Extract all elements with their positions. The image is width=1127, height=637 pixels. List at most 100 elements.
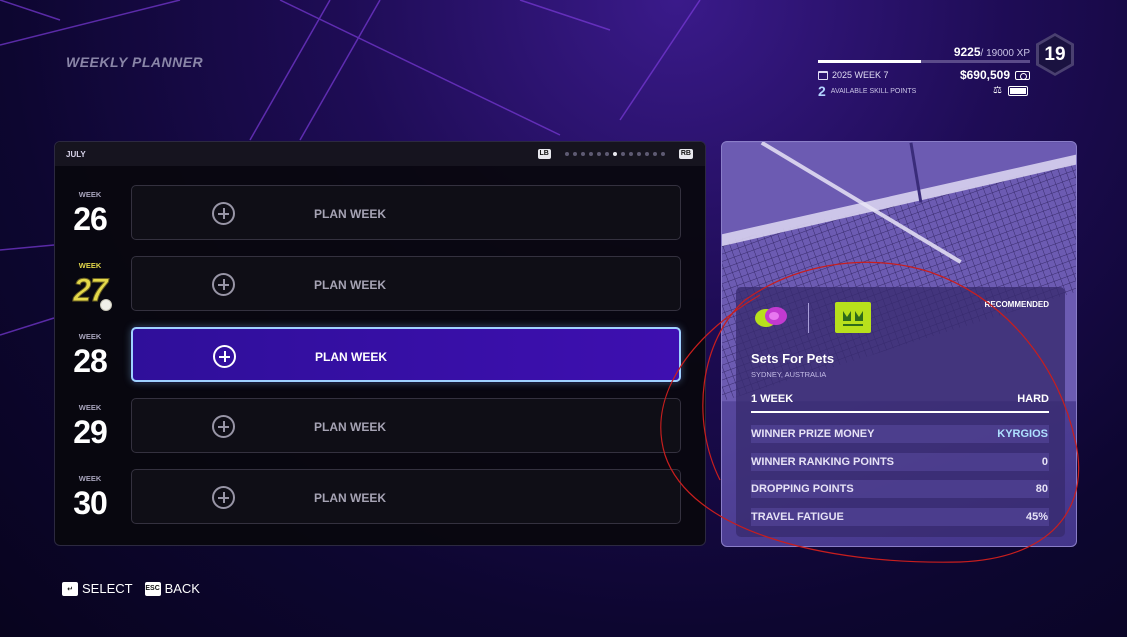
- plus-circle-icon: [212, 273, 235, 296]
- week-label: WEEK: [78, 332, 102, 341]
- plan-week-label: PLAN WEEK: [314, 491, 386, 505]
- page-dot: [652, 152, 657, 156]
- xp-current: 9225: [953, 45, 981, 59]
- page-dot: [604, 152, 609, 156]
- stat-row-prize-money: WINNER PRIZE MONEY KYRGIOS: [751, 425, 1049, 443]
- week-label: WEEK: [78, 261, 102, 270]
- prev-month-button[interactable]: LB: [537, 149, 551, 159]
- recommended-badge: RECOMMENDED: [984, 300, 1049, 309]
- select-label: SELECT: [82, 581, 133, 596]
- week-label: WEEK: [78, 403, 102, 412]
- event-info-panel: RECOMMENDED Sets For Pets SYDNEY, AUSTRA…: [736, 287, 1065, 537]
- player-hud: 9225/ 19000 XP 2025 WEEK 7 $690,509 2 AV…: [818, 40, 1030, 102]
- stat-row-dropping-points: DROPPING POINTS 80: [751, 480, 1049, 498]
- month-label: JULY: [66, 150, 86, 159]
- event-detail-card: RECOMMENDED Sets For Pets SYDNEY, AUSTRA…: [721, 141, 1077, 547]
- next-month-button[interactable]: RB: [678, 149, 693, 159]
- button-prompts: ↵ SELECT ESC BACK: [62, 581, 200, 596]
- xp-progress-bar: [818, 60, 1030, 63]
- money-value: $690,509: [959, 68, 1010, 82]
- skill-points-count: 2: [818, 83, 826, 99]
- plus-circle-icon: [212, 202, 235, 225]
- event-duration: 1 WEEK: [751, 393, 794, 405]
- plan-week-button[interactable]: PLAN WEEK: [131, 185, 681, 240]
- plan-week-button[interactable]: PLAN WEEK: [131, 398, 681, 453]
- stat-label: WINNER RANKING POINTS: [751, 456, 894, 468]
- plan-week-label: PLAN WEEK: [315, 350, 387, 364]
- season-label: 2025 WEEK 7: [832, 70, 889, 80]
- week-row: WEEK 29 PLAN WEEK: [55, 398, 705, 454]
- page-dot: [580, 152, 585, 156]
- money-display: $690,509: [960, 68, 1030, 82]
- page-dot: [596, 152, 601, 156]
- court-surface: HARD: [1017, 393, 1049, 405]
- stat-row-travel-fatigue: TRAVEL FATIGUE 45%: [751, 508, 1049, 526]
- stat-row-ranking-points: WINNER RANKING POINTS 0: [751, 453, 1049, 471]
- xp-readout: 9225/ 19000 XP: [954, 45, 1030, 59]
- page-title: WEEKLY PLANNER: [66, 54, 204, 70]
- skill-points: 2 AVAILABLE SKILL POINTS: [818, 83, 916, 99]
- cash-icon: [1015, 70, 1030, 80]
- planner-header: JULY LB RB: [55, 142, 705, 166]
- stat-value: 0: [1041, 456, 1048, 468]
- skill-points-label: AVAILABLE SKILL POINTS: [830, 87, 917, 95]
- page-dot: [660, 152, 665, 156]
- plan-week-label: PLAN WEEK: [314, 207, 386, 221]
- stat-label: TRAVEL FATIGUE: [751, 511, 844, 523]
- status-icons: ⚖: [993, 85, 1028, 96]
- week-row: WEEK 28 PLAN WEEK: [55, 327, 705, 383]
- select-prompt[interactable]: ↵ SELECT: [62, 581, 133, 596]
- page-dot: [628, 152, 633, 156]
- logo-divider: [808, 303, 809, 333]
- stat-label: DROPPING POINTS: [751, 483, 854, 495]
- plan-week-label: PLAN WEEK: [314, 420, 386, 434]
- page-dot-active: [612, 152, 617, 156]
- balance-scale-icon: ⚖: [993, 85, 1002, 96]
- week-number: 26: [73, 201, 108, 237]
- page-dot: [572, 152, 577, 156]
- page-dot: [644, 152, 649, 156]
- player-level-badge: 19: [1036, 33, 1074, 76]
- tennis-ball-icon: [100, 299, 112, 311]
- weekly-planner-panel: JULY LB RB WEEK 26 PLAN WEEK WEEK 27 PLA…: [54, 141, 706, 546]
- calendar-icon: [818, 70, 828, 80]
- plan-week-button[interactable]: PLAN WEEK: [131, 469, 681, 524]
- stat-value: 45%: [1025, 511, 1048, 523]
- month-pager: LB RB: [537, 149, 693, 159]
- xp-progress-fill: [818, 60, 922, 63]
- page-dot: [588, 152, 593, 156]
- player-level: 19: [1039, 36, 1071, 73]
- plus-circle-icon: [212, 486, 235, 509]
- enter-key-icon: ↵: [62, 581, 78, 596]
- sponsor-logo-icon: [835, 302, 871, 333]
- week-row: WEEK 26 PLAN WEEK: [55, 185, 705, 241]
- week-number: 30: [73, 485, 108, 521]
- page-indicator: [564, 152, 665, 156]
- plan-week-button-selected[interactable]: PLAN WEEK: [131, 327, 681, 382]
- plus-circle-icon: [213, 345, 236, 368]
- week-label: WEEK: [78, 474, 102, 483]
- week-number: 29: [73, 414, 108, 450]
- page-dot: [636, 152, 641, 156]
- stat-value: 80: [1035, 483, 1048, 495]
- energy-battery-icon: [1008, 85, 1028, 96]
- event-meta-row: 1 WEEK HARD: [751, 393, 1049, 413]
- week-label: WEEK: [78, 190, 102, 199]
- week-number: 28: [73, 343, 108, 379]
- plan-week-label: PLAN WEEK: [314, 278, 386, 292]
- plan-week-button[interactable]: PLAN WEEK: [131, 256, 681, 311]
- esc-key-icon: ESC: [144, 581, 161, 596]
- back-prompt[interactable]: ESC BACK: [144, 581, 200, 596]
- plus-circle-icon: [212, 415, 235, 438]
- stat-label: WINNER PRIZE MONEY: [751, 428, 875, 440]
- stat-value: KYRGIOS: [997, 428, 1048, 440]
- week-row: WEEK 30 PLAN WEEK: [55, 469, 705, 525]
- event-location: SYDNEY, AUSTRALIA: [751, 370, 827, 379]
- page-dot: [620, 152, 625, 156]
- week-row: WEEK 27 PLAN WEEK: [55, 256, 705, 312]
- event-name: Sets For Pets: [751, 351, 835, 366]
- page-dot: [564, 152, 569, 156]
- back-label: BACK: [164, 581, 200, 596]
- xp-max: / 19000 XP: [980, 48, 1030, 59]
- tournament-logo-icon: [755, 307, 787, 327]
